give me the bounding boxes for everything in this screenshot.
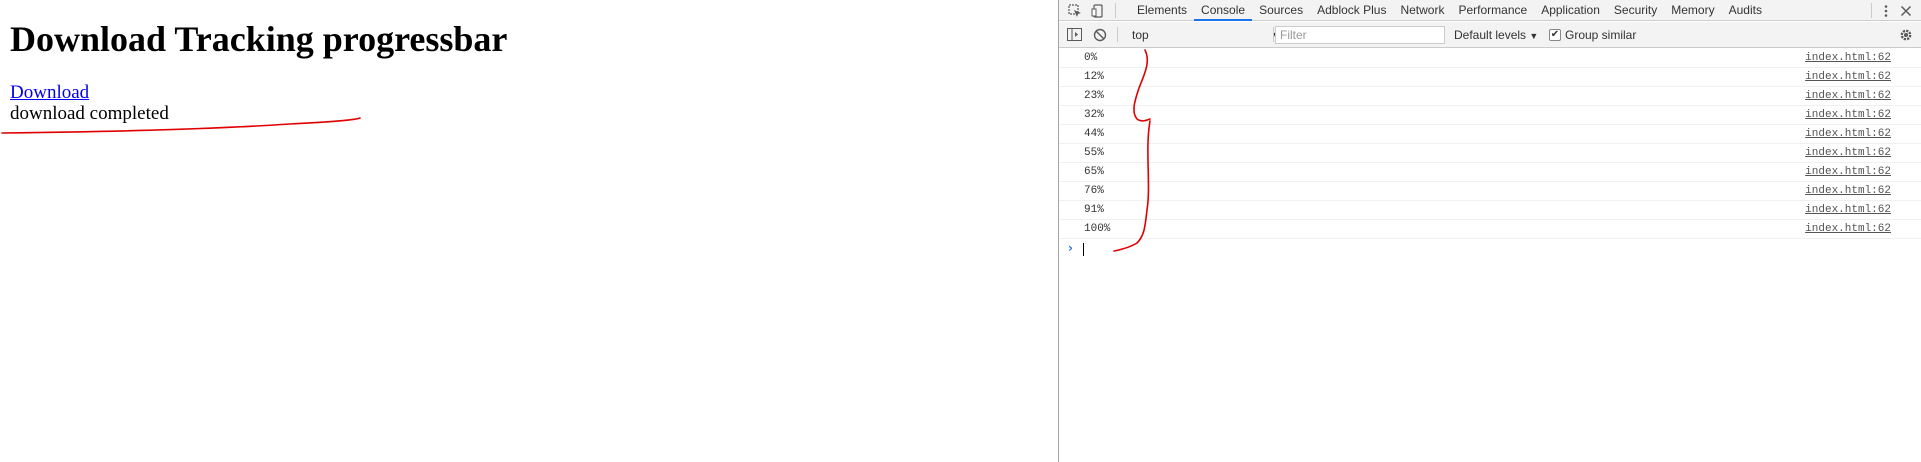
prompt-chevron-icon: › bbox=[1068, 241, 1073, 255]
context-value: top bbox=[1132, 28, 1149, 42]
console-message-row: 23% index.html:62 bbox=[1059, 87, 1921, 106]
settings-gear-icon[interactable] bbox=[1897, 26, 1914, 43]
tab-console[interactable]: Console bbox=[1194, 0, 1253, 21]
console-message-row: 55% index.html:62 bbox=[1059, 144, 1921, 163]
devtools-panel: Elements Console Sources Adblock Plus Ne… bbox=[1059, 0, 1921, 462]
tab-sources[interactable]: Sources bbox=[1252, 0, 1310, 21]
console-message: 32% bbox=[1084, 109, 1104, 121]
console-output[interactable]: 0% index.html:62 12% index.html:62 23% i… bbox=[1059, 49, 1921, 462]
console-message: 12% bbox=[1084, 71, 1104, 83]
log-levels-dropdown[interactable]: Default levels ▼ bbox=[1454, 27, 1538, 44]
filter-input[interactable] bbox=[1275, 26, 1445, 44]
console-message-row: 65% index.html:62 bbox=[1059, 163, 1921, 182]
kebab-menu-icon[interactable] bbox=[1877, 2, 1894, 19]
console-message: 23% bbox=[1084, 90, 1104, 102]
console-toolbar: top ▼ Default levels ▼ ✔ Group similar bbox=[1059, 22, 1921, 48]
console-message-row: 44% index.html:62 bbox=[1059, 125, 1921, 144]
tab-network[interactable]: Network bbox=[1393, 0, 1451, 21]
context-select[interactable]: top ▼ bbox=[1130, 27, 1282, 43]
chevron-down-icon: ▼ bbox=[1529, 31, 1539, 41]
console-message-row: 32% index.html:62 bbox=[1059, 106, 1921, 125]
toolbar-divider bbox=[1273, 27, 1274, 42]
console-source-link[interactable]: index.html:62 bbox=[1805, 201, 1891, 219]
console-message: 100% bbox=[1084, 223, 1111, 235]
clear-console-icon[interactable] bbox=[1091, 26, 1108, 43]
group-similar-checkbox[interactable]: ✔ bbox=[1549, 29, 1561, 41]
page-title: Download Tracking progressbar bbox=[10, 19, 508, 59]
download-link[interactable]: Download bbox=[10, 82, 89, 104]
console-message: 44% bbox=[1084, 128, 1104, 140]
tab-performance[interactable]: Performance bbox=[1451, 0, 1534, 21]
console-message: 65% bbox=[1084, 166, 1104, 178]
tab-application[interactable]: Application bbox=[1534, 0, 1607, 21]
console-source-link[interactable]: index.html:62 bbox=[1805, 68, 1891, 86]
console-source-link[interactable]: index.html:62 bbox=[1805, 144, 1891, 162]
toolbar-divider bbox=[1871, 3, 1872, 18]
devtools-tabbar: Elements Console Sources Adblock Plus Ne… bbox=[1059, 0, 1921, 21]
toolbar-divider bbox=[1117, 27, 1118, 42]
console-source-link[interactable]: index.html:62 bbox=[1805, 106, 1891, 124]
annotation-underline bbox=[1, 117, 361, 134]
sidebar-toggle-icon[interactable] bbox=[1066, 26, 1083, 43]
console-source-link[interactable]: index.html:62 bbox=[1805, 49, 1891, 67]
tab-adblock-plus[interactable]: Adblock Plus bbox=[1310, 0, 1393, 21]
tab-elements[interactable]: Elements bbox=[1130, 0, 1194, 21]
console-message-row: 0% index.html:62 bbox=[1059, 49, 1921, 68]
console-message-row: 12% index.html:62 bbox=[1059, 68, 1921, 87]
console-source-link[interactable]: index.html:62 bbox=[1805, 182, 1891, 200]
console-prompt[interactable]: › bbox=[1059, 239, 1921, 259]
log-levels-label: Default levels bbox=[1454, 28, 1527, 42]
group-similar-label: Group similar bbox=[1565, 28, 1637, 42]
console-message: 0% bbox=[1084, 52, 1098, 64]
console-source-link[interactable]: index.html:62 bbox=[1805, 163, 1891, 181]
console-message-row: 91% index.html:62 bbox=[1059, 201, 1921, 220]
close-icon[interactable] bbox=[1897, 2, 1914, 19]
console-message: 76% bbox=[1084, 185, 1104, 197]
console-source-link[interactable]: index.html:62 bbox=[1805, 125, 1891, 143]
console-source-link[interactable]: index.html:62 bbox=[1805, 87, 1891, 105]
page-viewport: Download Tracking progressbar Download d… bbox=[0, 0, 1058, 462]
tab-audits[interactable]: Audits bbox=[1722, 0, 1769, 21]
console-message: 91% bbox=[1084, 204, 1104, 216]
console-message-row: 100% index.html:62 bbox=[1059, 220, 1921, 239]
inspect-element-icon[interactable] bbox=[1066, 2, 1083, 19]
console-source-link[interactable]: index.html:62 bbox=[1805, 220, 1891, 238]
console-message-row: 76% index.html:62 bbox=[1059, 182, 1921, 201]
devtools-tabs: Elements Console Sources Adblock Plus Ne… bbox=[1130, 0, 1769, 21]
device-toolbar-icon[interactable] bbox=[1089, 2, 1106, 19]
toolbar-divider bbox=[1115, 3, 1116, 18]
tab-security[interactable]: Security bbox=[1607, 0, 1664, 21]
tab-memory[interactable]: Memory bbox=[1664, 0, 1721, 21]
text-cursor bbox=[1083, 243, 1084, 256]
console-message: 55% bbox=[1084, 147, 1104, 159]
